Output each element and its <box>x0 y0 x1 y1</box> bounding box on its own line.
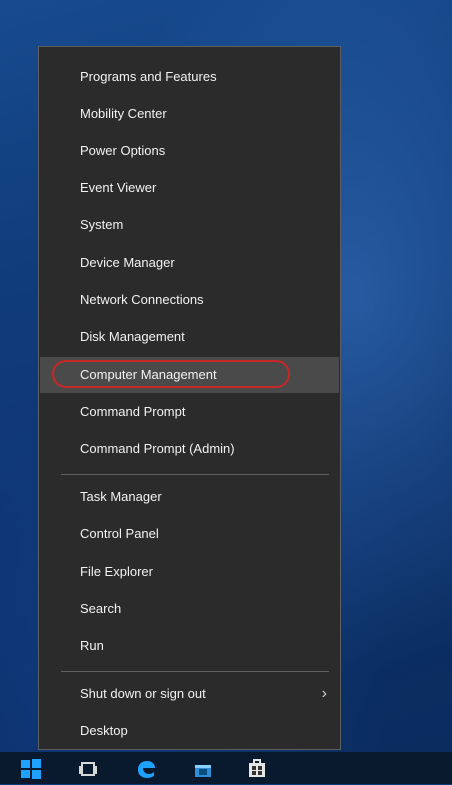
windows-start-icon[interactable] <box>20 758 42 780</box>
menu-item-label: Desktop <box>80 723 128 738</box>
menu-item-programs-and-features[interactable]: Programs and Features <box>40 59 339 95</box>
menu-item-system[interactable]: System <box>40 207 339 243</box>
menu-item-command-prompt-admin[interactable]: Command Prompt (Admin) <box>40 431 339 467</box>
edge-icon[interactable] <box>135 758 157 780</box>
menu-item-label: System <box>80 217 124 232</box>
chevron-right-icon: › <box>321 685 327 702</box>
menu-item-event-viewer[interactable]: Event Viewer <box>40 170 339 206</box>
menu-separator <box>61 474 329 475</box>
menu-item-label: Task Manager <box>80 489 162 504</box>
winx-context-menu: Programs and Features Mobility Center Po… <box>38 46 341 750</box>
menu-item-label: Power Options <box>80 143 166 158</box>
store-icon[interactable] <box>192 758 214 780</box>
menu-item-task-manager[interactable]: Task Manager <box>40 479 339 515</box>
menu-item-label: Device Manager <box>80 255 175 270</box>
menu-item-label: Event Viewer <box>80 180 157 195</box>
menu-item-label: Command Prompt (Admin) <box>80 441 235 456</box>
menu-item-label: Disk Management <box>80 329 185 344</box>
menu-item-run[interactable]: Run <box>40 628 339 664</box>
menu-item-label: Mobility Center <box>80 106 167 121</box>
menu-item-label: Shut down or sign out <box>80 686 206 701</box>
menu-item-label: Run <box>80 638 104 653</box>
menu-item-label: Command Prompt <box>80 404 186 419</box>
menu-item-device-manager[interactable]: Device Manager <box>40 245 339 281</box>
menu-item-network-connections[interactable]: Network Connections <box>40 282 339 318</box>
menu-item-label: Network Connections <box>80 292 204 307</box>
menu-item-label: Computer Management <box>80 367 217 382</box>
menu-separator <box>61 671 329 672</box>
menu-item-shut-down-or-sign-out[interactable]: Shut down or sign out › <box>40 676 339 712</box>
menu-item-search[interactable]: Search <box>40 591 339 627</box>
taskbar <box>0 752 452 784</box>
menu-item-control-panel[interactable]: Control Panel <box>40 516 339 552</box>
task-view-icon[interactable] <box>77 758 99 780</box>
menu-item-computer-management[interactable]: Computer Management <box>40 357 339 393</box>
menu-item-mobility-center[interactable]: Mobility Center <box>40 96 339 132</box>
menu-item-label: File Explorer <box>80 564 153 579</box>
menu-item-file-explorer[interactable]: File Explorer <box>40 554 339 590</box>
menu-item-label: Search <box>80 601 122 616</box>
menu-item-command-prompt[interactable]: Command Prompt <box>40 394 339 430</box>
menu-item-label: Programs and Features <box>80 69 217 84</box>
menu-item-power-options[interactable]: Power Options <box>40 133 339 169</box>
menu-item-disk-management[interactable]: Disk Management <box>40 319 339 355</box>
menu-item-desktop[interactable]: Desktop <box>40 713 339 749</box>
windows-store-icon[interactable] <box>246 758 268 780</box>
menu-item-label: Control Panel <box>80 526 159 541</box>
